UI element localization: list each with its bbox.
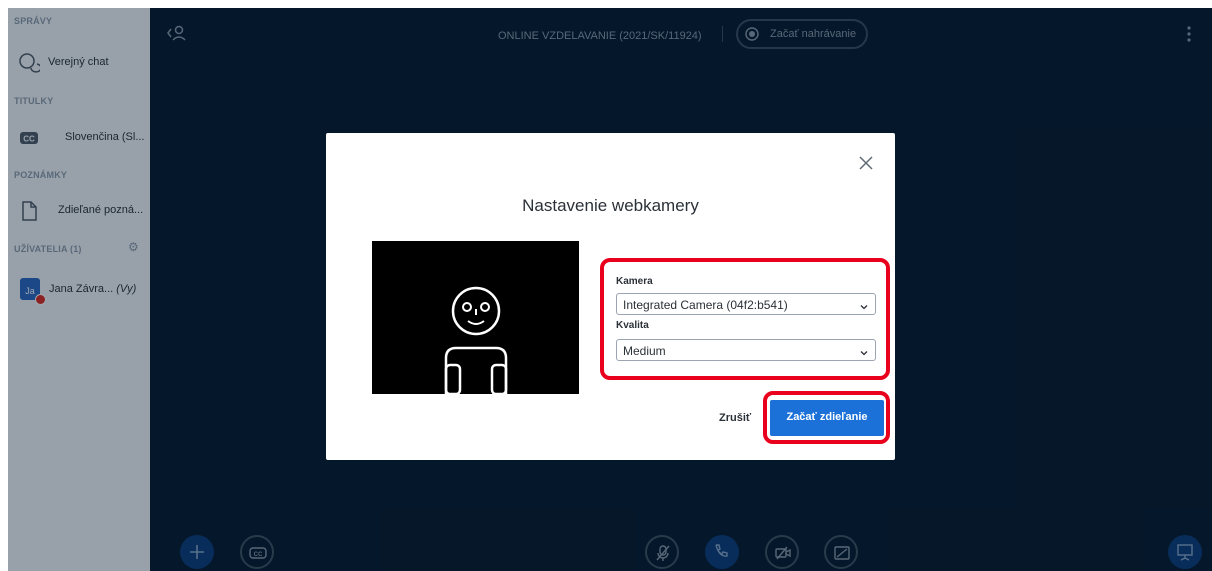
camera-select[interactable]: Integrated Camera (04f2:b541) [616,293,876,315]
cancel-button[interactable]: Zrušiť [719,412,751,424]
chevron-down-icon [859,299,869,310]
chevron-down-icon [859,345,869,356]
close-icon[interactable] [856,153,876,173]
camera-label: Kamera [616,276,653,287]
quality-select[interactable]: Medium [616,339,876,361]
camera-select-value: Integrated Camera (04f2:b541) [623,298,788,312]
person-placeholder-icon [444,286,508,394]
quality-label: Kvalita [616,320,649,331]
webcam-settings-modal: Nastavenie webkamery Kamera Integrated C… [326,133,895,460]
start-sharing-button[interactable]: Začať zdieľanie [770,400,884,436]
modal-title: Nastavenie webkamery [522,196,699,215]
start-sharing-label: Začať zdieľanie [786,411,868,423]
quality-select-value: Medium [623,344,666,358]
webcam-preview [372,241,579,394]
